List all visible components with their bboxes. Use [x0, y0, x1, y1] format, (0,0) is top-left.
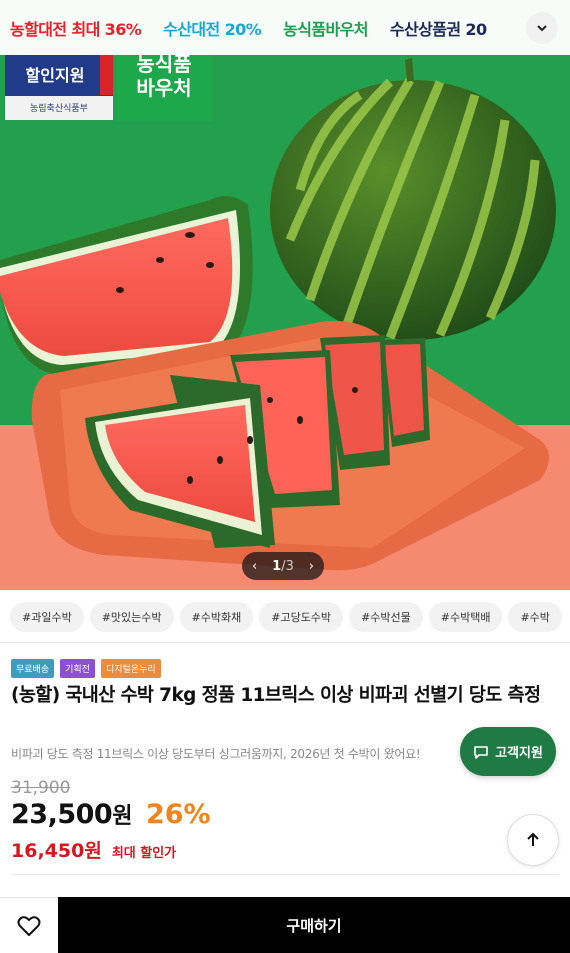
product-subtitle: 비파괴 당도 측정 11브릭스 이상 당도부터 싱그러움까지, 2026년 첫 … — [11, 747, 421, 761]
chevron-right-icon[interactable]: › — [309, 559, 314, 574]
support-label: 고객지원 — [495, 746, 543, 761]
tag-list: #과일수박 #맛있는수박 #수박화채 #고당도수박 #수박선물 #수박택배 #수… — [10, 602, 570, 632]
badge-free-shipping: 무료배송 — [11, 659, 55, 678]
buy-button[interactable]: 구매하기 — [58, 897, 570, 953]
tag-chip[interactable]: #수박택배 — [428, 602, 503, 632]
divider — [0, 642, 570, 643]
sale-price: 23,500원 — [11, 799, 132, 830]
customer-support-button[interactable]: 고객지원 — [460, 727, 556, 776]
voucher-logo: 농식품 바우처 — [136, 52, 192, 100]
promo-tabs: 농할대전 최대 36% 수산대전 20% 농식품바우처 수산상품권 20 — [0, 0, 570, 55]
tab-promo-4[interactable]: 수산상품권 20 — [390, 16, 487, 40]
product-image[interactable]: 할인지원 농림축산식품부 농식품 바우처 ‹ 1/3 › — [0, 0, 570, 590]
tag-chip[interactable]: #고당도수박 — [259, 602, 344, 632]
chevron-down-icon — [537, 25, 547, 32]
tag-chip[interactable]: #과일수박 — [10, 602, 84, 632]
product-title: (농할) 국내산 수박 7kg 정품 11브릭스 이상 비파괴 선별기 당도 측… — [11, 685, 541, 706]
bottom-action-bar: 구매하기 — [0, 897, 570, 953]
heart-icon — [17, 915, 41, 936]
logo-text: 할인지원 — [25, 66, 85, 85]
logo-caption: 농림축산식품부 — [30, 104, 88, 114]
badge-onnuri: 디지털온누리 — [100, 659, 161, 678]
chat-icon — [474, 745, 488, 759]
max-discount-price: 16,450원 — [11, 840, 102, 862]
pager-total: 3 — [285, 558, 294, 574]
tag-chip[interactable]: #맛있는수박 — [89, 602, 174, 632]
badge-special: 기획전 — [60, 659, 95, 678]
scroll-top-button[interactable] — [507, 814, 559, 866]
chevron-left-icon[interactable]: ‹ — [252, 559, 257, 574]
expand-tabs-button[interactable] — [526, 12, 558, 44]
pager-current: 1 — [272, 558, 282, 574]
discount-rate: 26% — [145, 799, 211, 830]
wishlist-button[interactable] — [0, 897, 58, 953]
image-pager[interactable]: ‹ 1/3 › — [242, 552, 324, 580]
max-discount-label: 최대 할인가 — [111, 846, 177, 861]
tab-promo-2[interactable]: 수산대전 20% — [163, 16, 262, 40]
tag-chip[interactable]: #수박선물 — [349, 602, 423, 632]
tab-promo-3[interactable]: 농식품바우처 — [283, 16, 368, 40]
tag-chip[interactable]: #수박화채 — [179, 602, 254, 632]
tag-chip[interactable]: #수박 — [508, 602, 562, 632]
arrow-up-icon — [527, 832, 539, 846]
tab-promo-1[interactable]: 농할대전 최대 36% — [10, 16, 142, 40]
max-discount-row: 16,450원 최대 할인가 — [11, 836, 176, 863]
original-price: 31,900 — [11, 778, 71, 798]
badge-list: 무료배송 기획전 디지털온누리 — [11, 659, 161, 678]
price-row: 23,500원 26% — [11, 798, 211, 830]
watermelon-photo — [0, 0, 570, 590]
divider — [11, 874, 559, 875]
